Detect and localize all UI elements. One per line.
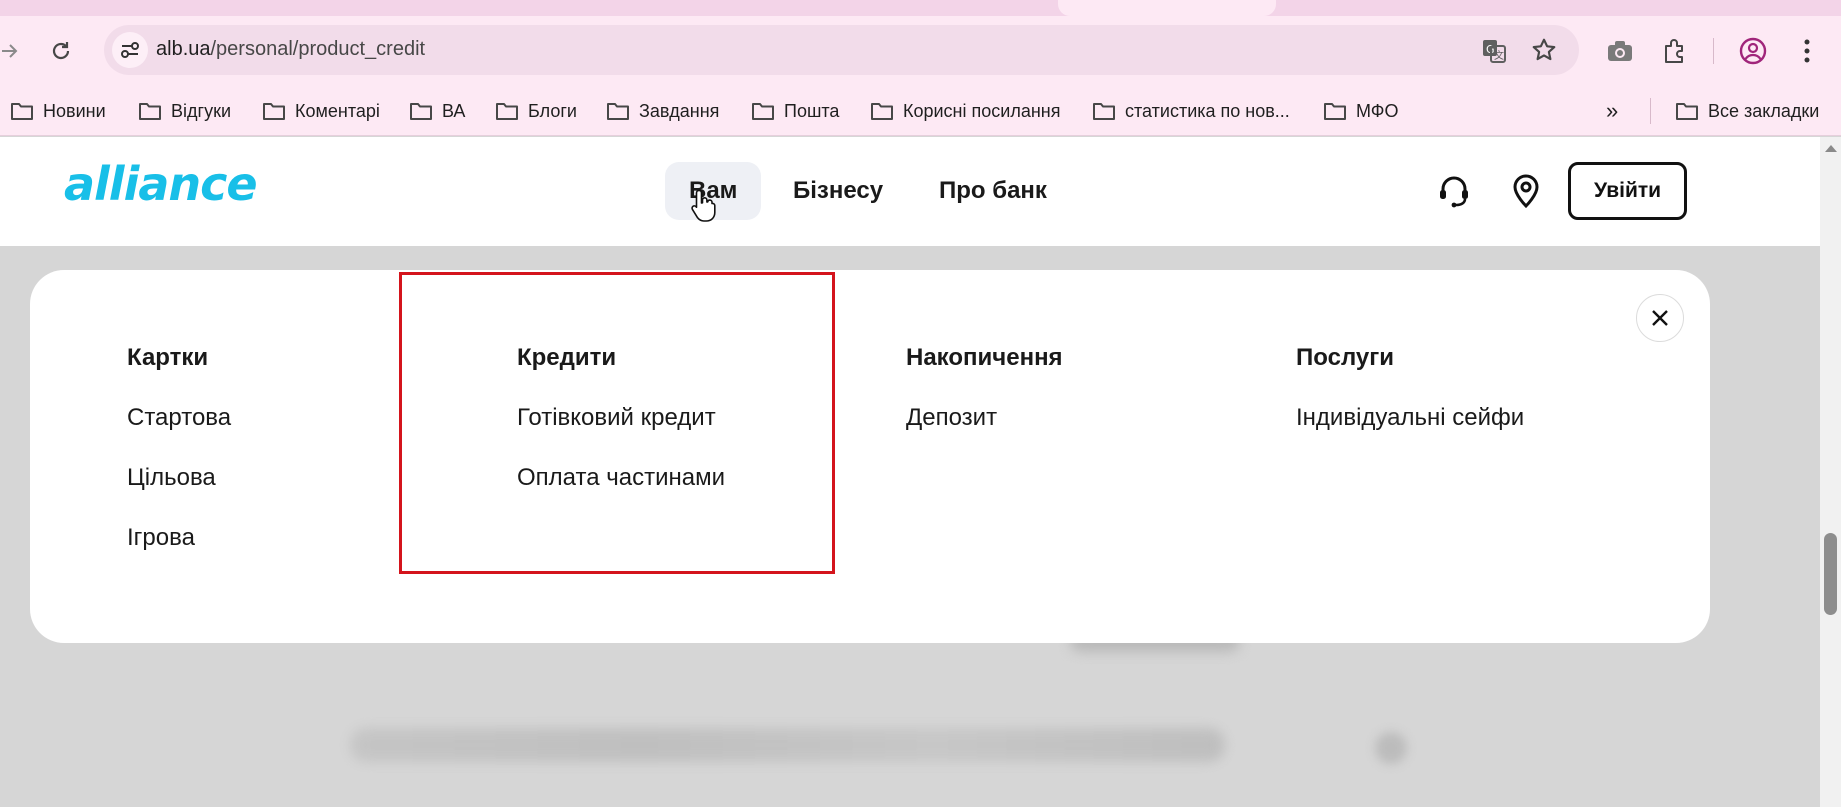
all-bookmarks-folder[interactable]: Все закладки — [1675, 96, 1819, 126]
close-icon — [1652, 310, 1668, 326]
bookmark-folder[interactable]: Пошта — [751, 96, 839, 126]
bookmark-label: статистика по нов... — [1125, 100, 1290, 121]
url-text: alb.ua/personal/product_credit — [156, 38, 425, 61]
bookmark-folder[interactable]: Завдання — [606, 96, 719, 126]
folder-icon — [871, 103, 893, 120]
close-menu-button[interactable] — [1636, 294, 1684, 342]
extensions-icon[interactable] — [1660, 36, 1690, 66]
url-path: /personal/product_credit — [210, 38, 426, 60]
bookmark-folder[interactable]: Блоги — [495, 96, 577, 126]
menu-column-title: Накопичення — [906, 344, 1063, 371]
bookmark-label: МФО — [1356, 100, 1399, 121]
menu-link-starter-card[interactable]: Стартова — [127, 404, 231, 436]
blurred-icon — [1375, 732, 1407, 764]
bookmark-label: Блоги — [528, 100, 577, 121]
bookmark-folder[interactable]: Новини — [10, 96, 106, 126]
folder-icon — [139, 103, 161, 120]
folder-icon — [1093, 103, 1115, 120]
active-tab[interactable] — [1058, 0, 1276, 16]
bookmark-label: Корисні посилання — [903, 100, 1061, 121]
bookmark-star-icon[interactable] — [1530, 36, 1558, 64]
blurred-text — [350, 728, 1225, 762]
tab-strip — [0, 0, 1841, 16]
camera-icon[interactable] — [1605, 37, 1635, 65]
bookmark-folder[interactable]: МФО — [1323, 96, 1398, 126]
hand-cursor-icon — [690, 188, 720, 222]
mega-menu-panel: Картки Стартова Цільова Ігрова Кредити Г… — [30, 270, 1710, 643]
menu-link-target-card[interactable]: Цільова — [127, 464, 231, 496]
forward-icon[interactable] — [0, 36, 20, 66]
bookmark-label: Коментарі — [295, 100, 380, 121]
bookmark-label: ВА — [442, 100, 466, 121]
bookmark-label: Відгуки — [171, 100, 232, 121]
reload-icon[interactable] — [46, 36, 76, 66]
bookmark-folder[interactable]: статистика по нов... — [1092, 96, 1290, 126]
site-header: alliance Вам Бізнесу Про банк Увійти — [0, 137, 1820, 246]
chevron-double-right-icon: » — [1606, 98, 1619, 123]
bookmark-label: Завдання — [639, 100, 720, 121]
menu-link-safe-deposit[interactable]: Індивідуальні сейфи — [1296, 404, 1524, 436]
toolbar-divider — [1713, 38, 1714, 64]
folder-icon — [496, 103, 518, 120]
bookmark-label: Пошта — [784, 100, 840, 121]
menu-column-services: Послуги Індивідуальні сейфи — [1296, 344, 1524, 436]
login-button[interactable]: Увійти — [1568, 162, 1687, 220]
highlight-annotation — [399, 272, 835, 574]
menu-column-cards: Картки Стартова Цільова Ігрова — [127, 344, 231, 556]
bookmarks-bar: Новини Відгуки Коментарі ВА Блоги Завдан… — [0, 86, 1841, 136]
support-headset-icon[interactable] — [1436, 173, 1472, 209]
nav-item-about-bank[interactable]: Про банк — [939, 162, 1047, 220]
scrollbar-thumb[interactable] — [1824, 533, 1837, 615]
menu-column-savings: Накопичення Депозит — [906, 344, 1063, 436]
menu-link-deposit[interactable]: Депозит — [906, 404, 1063, 436]
folder-icon — [607, 103, 629, 120]
folder-icon — [752, 103, 774, 120]
translate-icon[interactable]: G文 — [1480, 37, 1508, 65]
nav-label: Бізнесу — [793, 177, 884, 204]
bookmarks-divider — [1650, 98, 1651, 124]
folder-icon — [11, 103, 33, 120]
menu-link-gaming-card[interactable]: Ігрова — [127, 524, 231, 556]
all-bookmarks-label: Все закладки — [1708, 100, 1820, 121]
folder-icon — [1324, 103, 1346, 120]
browser-toolbar: alb.ua/personal/product_credit G文 — [0, 16, 1841, 86]
bookmark-folder[interactable]: ВА — [409, 96, 465, 126]
bookmark-folder[interactable]: Коментарі — [262, 96, 380, 126]
bookmark-label: Новини — [43, 100, 106, 121]
page-scrollbar[interactable] — [1820, 137, 1841, 807]
folder-icon — [1676, 103, 1698, 120]
more-menu-icon[interactable] — [1795, 36, 1819, 66]
nav-item-business[interactable]: Бізнесу — [793, 162, 883, 220]
site-info-icon[interactable] — [112, 32, 148, 68]
svg-text:文: 文 — [1494, 49, 1504, 62]
url-host: alb.ua — [156, 38, 211, 60]
menu-column-title: Картки — [127, 344, 209, 371]
nav-label: Про банк — [939, 177, 1047, 204]
menu-column-title: Послуги — [1296, 344, 1394, 371]
folder-icon — [410, 103, 432, 120]
profile-avatar-icon[interactable] — [1738, 36, 1768, 66]
alliance-logo[interactable]: alliance — [64, 157, 258, 211]
address-bar[interactable]: alb.ua/personal/product_credit G文 — [104, 25, 1579, 75]
bookmark-folder[interactable]: Відгуки — [138, 96, 231, 126]
bookmarks-overflow-button[interactable]: » — [1606, 96, 1618, 126]
folder-icon — [263, 103, 285, 120]
location-pin-icon[interactable] — [1508, 173, 1544, 209]
scroll-up-icon[interactable] — [1825, 145, 1837, 152]
bookmark-folder[interactable]: Корисні посилання — [870, 96, 1060, 126]
